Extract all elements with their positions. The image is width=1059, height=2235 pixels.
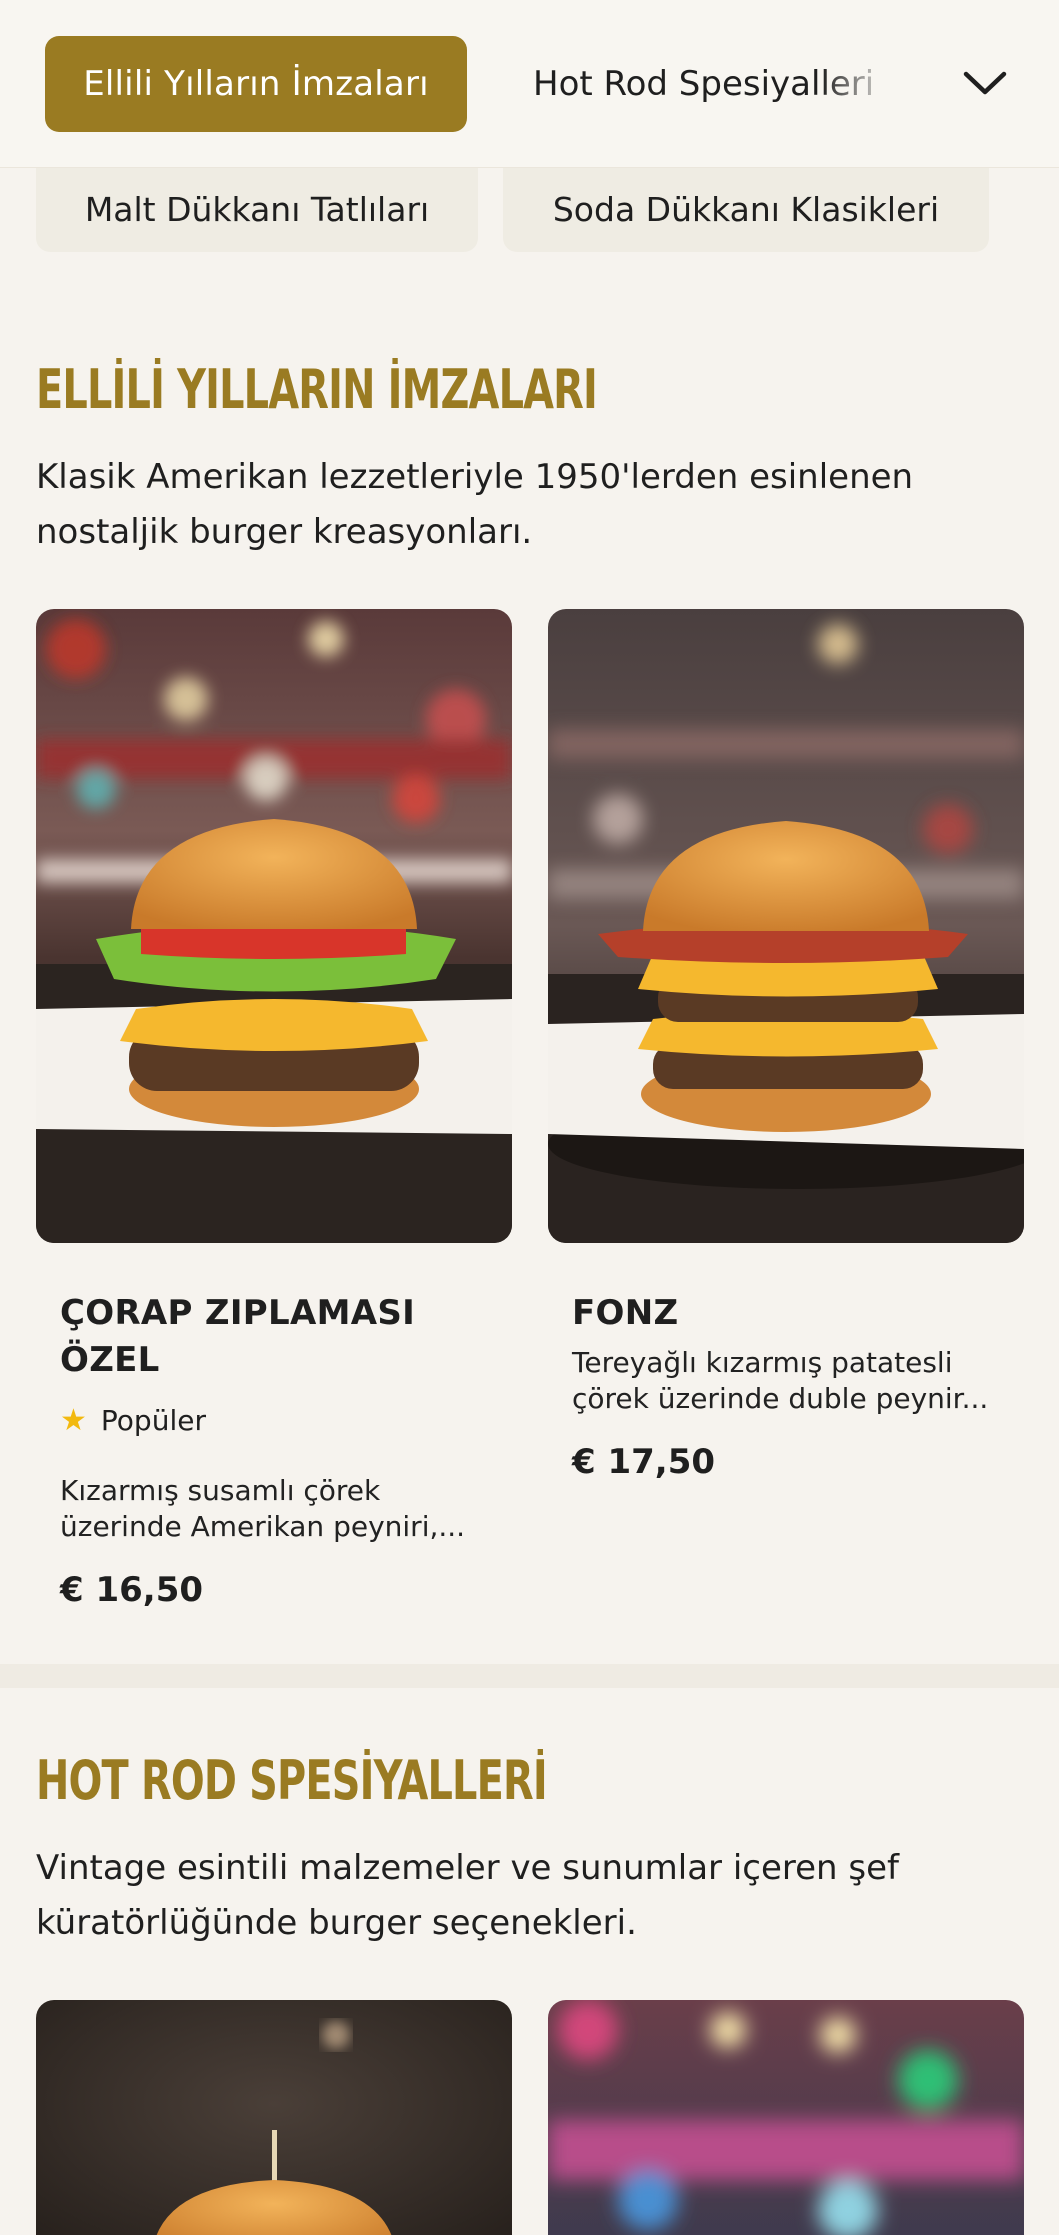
section-description: Klasik Amerikan lezzetleriyle 1950'lerde… — [36, 457, 914, 552]
tab-soda-dukkani-klasikleri[interactable]: Soda Dükkanı Klasikleri — [503, 160, 989, 252]
burger-image[interactable] — [36, 2000, 512, 2235]
burger-image[interactable] — [548, 2000, 1024, 2235]
item-description: Tereyağlı kızarmış patatesli çörek üzeri… — [572, 1346, 989, 1415]
tab-hot-rod-spesiyalleri[interactable]: Hot Rod Spesiyalleri — [533, 56, 893, 112]
badge-label: Popüler — [100, 1404, 206, 1437]
section-title: ELLİLİ YILLARIN İMZALARI — [36, 358, 598, 421]
chevron-down-icon[interactable] — [960, 62, 1010, 104]
section-title: HOT ROD SPESİYALLERİ — [36, 1749, 548, 1812]
item-name: ÇORAP ZIPLAMASI ÖZEL — [60, 1293, 416, 1380]
popular-badge: ★ Popüler — [60, 1403, 206, 1438]
tab-malt-dukkani-tatlilari[interactable]: Malt Dükkanı Tatlıları — [36, 160, 478, 252]
burger-image-fonz[interactable] — [548, 609, 1024, 1243]
item-price: € 17,50 — [572, 1442, 716, 1482]
category-nav: Ellili Yılların İmzaları Hot Rod Spesiya… — [0, 0, 1059, 168]
item-price: € 16,50 — [60, 1570, 204, 1610]
burger-image-corap-ziplamasi[interactable] — [36, 609, 512, 1243]
section-description: Vintage esintili malzemeler ve sunumlar … — [36, 1848, 899, 1943]
star-icon: ★ — [60, 1403, 87, 1438]
section-divider — [0, 1664, 1059, 1688]
item-name: FONZ — [572, 1293, 679, 1333]
tab-ellili-yillarin-imzalari[interactable]: Ellili Yılların İmzaları — [45, 36, 467, 132]
item-description: Kızarmış susamlı çörek üzerinde Amerikan… — [60, 1474, 466, 1543]
